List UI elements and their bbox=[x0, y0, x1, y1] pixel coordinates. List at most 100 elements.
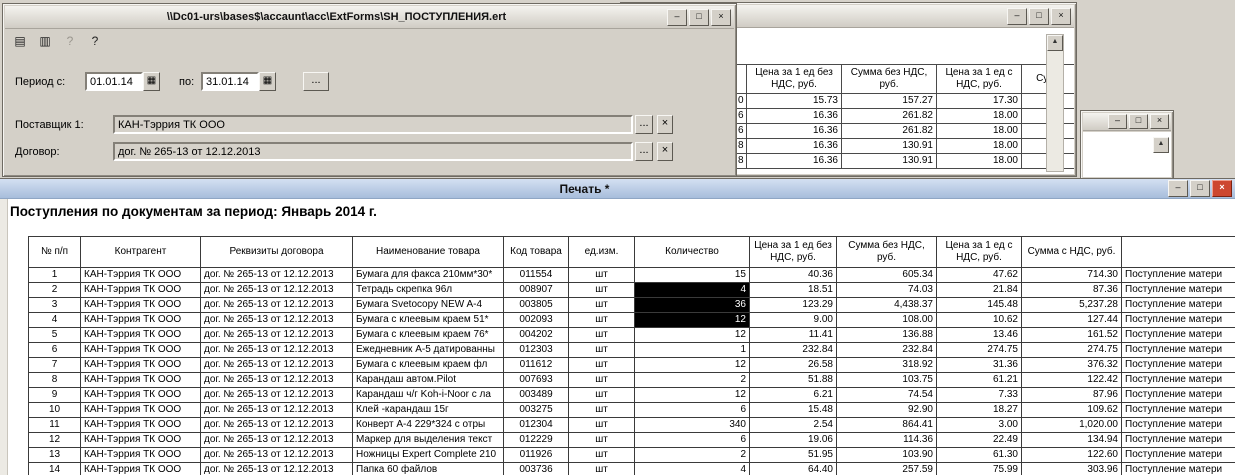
cell-contragent[interactable]: КАН-Тэррия ТК ООО bbox=[81, 403, 201, 418]
detail-price-no-vat-cell[interactable]: 16.36 bbox=[747, 124, 842, 139]
cell-product[interactable]: Клей -карандаш 15г bbox=[353, 403, 504, 418]
cell-doc[interactable]: Поступление матери bbox=[1122, 268, 1235, 283]
cell-num[interactable]: 7 bbox=[29, 358, 81, 373]
cell-price-no-vat[interactable]: 2.54 bbox=[750, 418, 837, 433]
cell-code[interactable]: 012303 bbox=[504, 343, 569, 358]
cell-price-vat[interactable]: 7.33 bbox=[937, 388, 1022, 403]
cell-price-no-vat[interactable]: 6.21 bbox=[750, 388, 837, 403]
cell-price-no-vat[interactable]: 40.36 bbox=[750, 268, 837, 283]
minimize-icon[interactable]: – bbox=[1007, 8, 1027, 25]
cell-qty[interactable]: 4 bbox=[635, 283, 750, 298]
cell-sum-vat[interactable]: 127.44 bbox=[1022, 313, 1122, 328]
cell-sum-no-vat[interactable]: 103.75 bbox=[837, 373, 937, 388]
cell-contract[interactable]: дог. № 265-13 от 12.12.2013 bbox=[201, 298, 353, 313]
floating-titlebar[interactable]: – □ × bbox=[1083, 113, 1171, 131]
cell-unit[interactable]: шт bbox=[569, 268, 635, 283]
cell-code[interactable]: 011612 bbox=[504, 358, 569, 373]
cell-qty[interactable]: 12 bbox=[635, 328, 750, 343]
period-from-input[interactable] bbox=[85, 72, 143, 91]
scroll-up-icon[interactable]: ▲ bbox=[1153, 137, 1169, 153]
contract-input[interactable] bbox=[113, 142, 633, 161]
cell-contract[interactable]: дог. № 265-13 от 12.12.2013 bbox=[201, 433, 353, 448]
cell-sum-no-vat[interactable]: 74.03 bbox=[837, 283, 937, 298]
cell-contragent[interactable]: КАН-Тэррия ТК ООО bbox=[81, 343, 201, 358]
cell-code[interactable]: 003736 bbox=[504, 463, 569, 475]
restore-icon[interactable]: □ bbox=[1190, 180, 1210, 197]
contract-browse-button[interactable]: ... bbox=[635, 142, 653, 161]
maximize-icon[interactable]: □ bbox=[689, 9, 709, 26]
cell-sum-vat[interactable]: 1,020.00 bbox=[1022, 418, 1122, 433]
cell-contragent[interactable]: КАН-Тэррия ТК ООО bbox=[81, 268, 201, 283]
cell-sum-no-vat[interactable]: 74.54 bbox=[837, 388, 937, 403]
cell-unit[interactable]: шт bbox=[569, 463, 635, 475]
cell-sum-vat[interactable]: 714.30 bbox=[1022, 268, 1122, 283]
cell-product[interactable]: Карандаш ч/г Koh-i-Noor с ла bbox=[353, 388, 504, 403]
cell-doc[interactable]: Поступление матери bbox=[1122, 373, 1235, 388]
cell-code[interactable]: 004202 bbox=[504, 328, 569, 343]
calendar-icon[interactable]: ▦ bbox=[259, 72, 276, 91]
cell-code[interactable]: 012304 bbox=[504, 418, 569, 433]
cell-unit[interactable]: шт bbox=[569, 283, 635, 298]
supplier-clear-button[interactable]: × bbox=[657, 115, 673, 134]
cell-num[interactable]: 10 bbox=[29, 403, 81, 418]
cell-qty[interactable]: 2 bbox=[635, 373, 750, 388]
cell-unit[interactable]: шт bbox=[569, 313, 635, 328]
cell-num[interactable]: 11 bbox=[29, 418, 81, 433]
cell-contragent[interactable]: КАН-Тэррия ТК ООО bbox=[81, 418, 201, 433]
cell-sum-no-vat[interactable]: 318.92 bbox=[837, 358, 937, 373]
cell-doc[interactable]: Поступление матери bbox=[1122, 463, 1235, 475]
cell-contragent[interactable]: КАН-Тэррия ТК ООО bbox=[81, 463, 201, 475]
cell-qty[interactable]: 12 bbox=[635, 313, 750, 328]
close-icon[interactable]: × bbox=[1150, 114, 1169, 129]
cell-product[interactable]: Ежедневник А-5 датированны bbox=[353, 343, 504, 358]
cell-unit[interactable]: шт bbox=[569, 298, 635, 313]
cell-price-vat[interactable]: 21.84 bbox=[937, 283, 1022, 298]
cell-unit[interactable]: шт bbox=[569, 403, 635, 418]
cell-qty[interactable]: 12 bbox=[635, 388, 750, 403]
period-picker-button[interactable]: ... bbox=[303, 72, 329, 91]
cell-code[interactable]: 002093 bbox=[504, 313, 569, 328]
detail-sum-no-vat-cell[interactable]: 130.91 bbox=[842, 154, 937, 169]
cell-price-no-vat[interactable]: 9.00 bbox=[750, 313, 837, 328]
cell-product[interactable]: Тетрадь скрепка 96л bbox=[353, 283, 504, 298]
cell-price-no-vat[interactable]: 51.88 bbox=[750, 373, 837, 388]
cell-sum-no-vat[interactable]: 4,438.37 bbox=[837, 298, 937, 313]
cell-sum-no-vat[interactable]: 257.59 bbox=[837, 463, 937, 475]
cell-sum-vat[interactable]: 161.52 bbox=[1022, 328, 1122, 343]
cell-num[interactable]: 6 bbox=[29, 343, 81, 358]
contract-clear-button[interactable]: × bbox=[657, 142, 673, 161]
detail-price-vat-cell[interactable]: 18.00 bbox=[937, 124, 1022, 139]
cell-product[interactable]: Ножницы Expert Complete 210 bbox=[353, 448, 504, 463]
cell-product[interactable]: Конверт А-4 229*324 с отры bbox=[353, 418, 504, 433]
cell-sum-vat[interactable]: 5,237.28 bbox=[1022, 298, 1122, 313]
help-icon[interactable]: ? bbox=[61, 32, 79, 50]
cell-product[interactable]: Бумага с клеевым краем 51* bbox=[353, 313, 504, 328]
cell-sum-no-vat[interactable]: 136.88 bbox=[837, 328, 937, 343]
cell-qty[interactable]: 6 bbox=[635, 433, 750, 448]
detail-price-no-vat-cell[interactable]: 16.36 bbox=[747, 139, 842, 154]
cell-price-no-vat[interactable]: 18.51 bbox=[750, 283, 837, 298]
cell-code[interactable]: 003489 bbox=[504, 388, 569, 403]
maximize-icon[interactable]: □ bbox=[1029, 8, 1049, 25]
cell-code[interactable]: 011926 bbox=[504, 448, 569, 463]
print-titlebar[interactable]: Печать * – □ × bbox=[0, 179, 1235, 199]
cell-price-no-vat[interactable]: 19.06 bbox=[750, 433, 837, 448]
cell-doc[interactable]: Поступление матери bbox=[1122, 283, 1235, 298]
minimize-icon[interactable]: – bbox=[667, 9, 687, 26]
cell-doc[interactable]: Поступление матери bbox=[1122, 358, 1235, 373]
cell-num[interactable]: 9 bbox=[29, 388, 81, 403]
cell-sum-vat[interactable]: 122.60 bbox=[1022, 448, 1122, 463]
detail-sum-no-vat-cell[interactable]: 261.82 bbox=[842, 124, 937, 139]
cell-sum-vat[interactable]: 109.62 bbox=[1022, 403, 1122, 418]
cell-code[interactable]: 008907 bbox=[504, 283, 569, 298]
scroll-up-icon[interactable]: ▲ bbox=[1047, 35, 1063, 51]
cell-sum-no-vat[interactable]: 605.34 bbox=[837, 268, 937, 283]
supplier-input[interactable] bbox=[113, 115, 633, 134]
cell-product[interactable]: Бумага Svetocopy NEW A-4 bbox=[353, 298, 504, 313]
cell-price-no-vat[interactable]: 123.29 bbox=[750, 298, 837, 313]
period-to-input[interactable] bbox=[201, 72, 259, 91]
cell-sum-no-vat[interactable]: 864.41 bbox=[837, 418, 937, 433]
close-icon[interactable]: × bbox=[1051, 8, 1071, 25]
cell-unit[interactable]: шт bbox=[569, 448, 635, 463]
detail-price-vat-cell[interactable]: 18.00 bbox=[937, 154, 1022, 169]
